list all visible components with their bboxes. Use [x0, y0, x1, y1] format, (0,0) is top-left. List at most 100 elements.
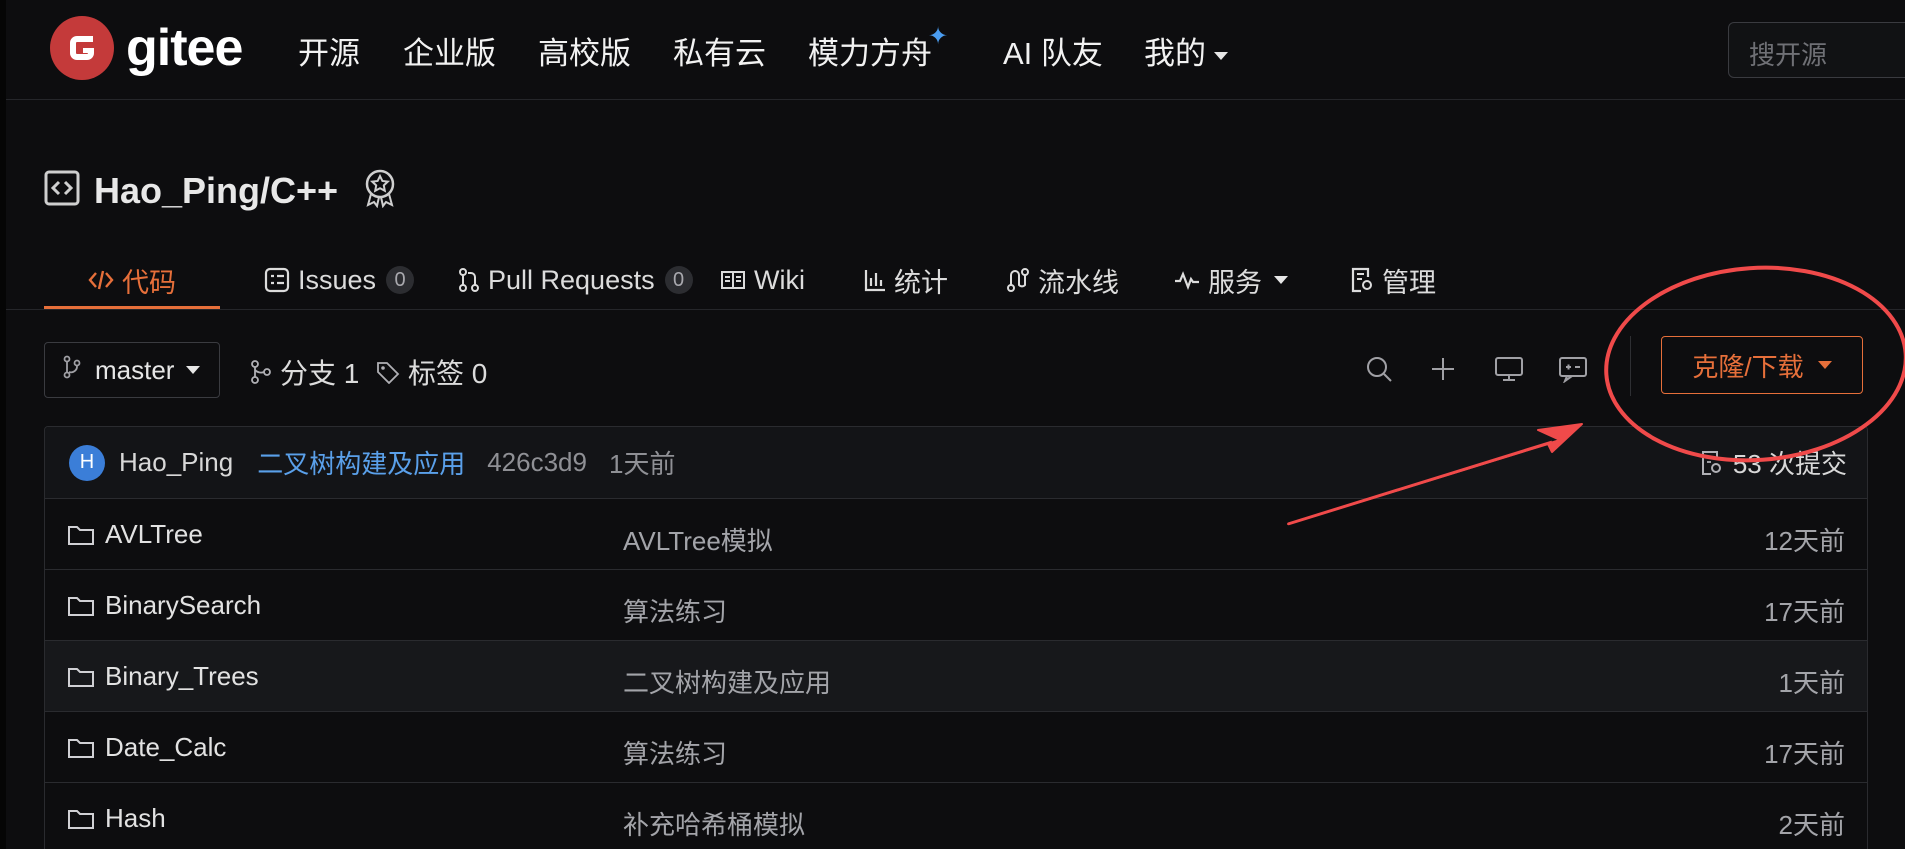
file-name-link[interactable]: Binary_Trees — [67, 661, 259, 692]
tab-pull-requests-label: Pull Requests — [488, 264, 655, 295]
tab-manage-label: 管理 — [1382, 267, 1436, 298]
tags-label: 标签 0 — [408, 358, 488, 389]
search-input[interactable]: 搜开源 — [1728, 22, 1905, 78]
file-table: H Hao_Ping 二叉树构建及应用 426c3d9 1天前 53 次提交 A… — [44, 426, 1868, 849]
file-commit-message[interactable]: 补充哈希桶模拟 — [623, 805, 805, 842]
table-row[interactable]: Hash 补充哈希桶模拟 2天前 — [45, 783, 1867, 849]
file-name: BinarySearch — [105, 590, 262, 620]
tab-wiki-label: Wiki — [754, 264, 805, 295]
tabs-divider — [6, 309, 1905, 310]
tab-pull-requests[interactable]: Pull Requests 0 — [458, 250, 693, 310]
nav-ai-teammate[interactable]: AI 队友 — [1003, 28, 1103, 73]
window-edge — [0, 0, 6, 849]
toolbar-divider — [1630, 336, 1631, 396]
file-commit-message[interactable]: 二叉树构建及应用 — [623, 663, 831, 700]
branch-icon — [251, 360, 271, 384]
tab-issues[interactable]: Issues 0 — [264, 250, 415, 310]
nav-private-cloud[interactable]: 私有云 — [673, 28, 766, 73]
branches-label: 分支 1 — [280, 358, 360, 389]
tab-stats[interactable]: 统计 — [864, 250, 948, 310]
file-time: 2天前 — [1778, 810, 1845, 840]
recommend-badge-icon[interactable] — [362, 168, 398, 213]
nav-model-ark[interactable]: 模力方舟 — [808, 28, 932, 73]
file-time: 17天前 — [1764, 739, 1845, 769]
bar-chart-icon — [864, 268, 886, 292]
commit-time: 1天前 — [608, 449, 676, 479]
sparkle-icon: ✦ — [928, 23, 949, 50]
tab-services[interactable]: 服务 — [1174, 250, 1288, 310]
pipeline-icon — [1006, 267, 1030, 293]
book-icon — [720, 269, 746, 291]
tag-icon — [377, 362, 400, 384]
avatar[interactable]: H — [69, 444, 105, 481]
folder-icon — [68, 596, 94, 616]
folder-icon — [68, 738, 94, 758]
code-icon — [88, 268, 114, 292]
gitee-logo-icon — [50, 16, 114, 80]
latest-commit-row: H Hao_Ping 二叉树构建及应用 426c3d9 1天前 53 次提交 — [45, 427, 1867, 499]
tab-services-label: 服务 — [1208, 267, 1262, 298]
search-files-icon[interactable] — [1362, 352, 1396, 386]
commits-icon — [1701, 450, 1721, 475]
clone-download-button[interactable]: 克隆/下载 — [1661, 336, 1863, 394]
folder-icon — [68, 667, 94, 687]
folder-icon — [68, 809, 94, 829]
web-ide-icon[interactable] — [1492, 352, 1526, 386]
commit-count-label: 53 次提交 — [1732, 449, 1847, 479]
file-time: 1天前 — [1778, 668, 1845, 698]
file-name: AVLTree — [105, 519, 203, 549]
tab-stats-label: 统计 — [894, 267, 948, 298]
pull-request-icon — [458, 267, 480, 293]
commit-count-link[interactable]: 53 次提交 — [1701, 444, 1847, 481]
commit-message[interactable]: 二叉树构建及应用 — [257, 444, 465, 481]
add-file-icon[interactable] — [1426, 352, 1460, 386]
settings-doc-icon — [1350, 267, 1374, 293]
chevron-down-icon — [1817, 361, 1832, 369]
tab-pipeline[interactable]: 流水线 — [1006, 250, 1119, 310]
nav-enterprise[interactable]: 企业版 — [403, 28, 496, 73]
file-name-link[interactable]: Date_Calc — [67, 732, 226, 763]
branch-name: master — [95, 354, 175, 385]
file-commit-message[interactable]: 算法练习 — [623, 592, 727, 629]
chevron-down-icon — [1274, 276, 1288, 284]
pull-requests-count-badge: 0 — [664, 266, 693, 294]
file-time: 17天前 — [1764, 597, 1845, 627]
nav-open-source[interactable]: 开源 — [298, 28, 360, 73]
nav-mine-label: 我的 — [1144, 36, 1206, 71]
file-commit-message[interactable]: 算法练习 — [623, 734, 727, 771]
nav-mine-menu[interactable]: 我的 — [1144, 28, 1228, 73]
table-row[interactable]: AVLTree AVLTree模拟 12天前 — [45, 499, 1867, 570]
tags-link[interactable]: 标签 0 — [376, 352, 487, 392]
file-commit-message[interactable]: AVLTree模拟 — [623, 521, 773, 558]
table-row[interactable]: Binary_Trees 二叉树构建及应用 1天前 — [45, 641, 1867, 712]
tab-code[interactable]: 代码 — [88, 250, 176, 310]
gitee-logo[interactable]: gitee — [50, 16, 243, 80]
file-name: Binary_Trees — [105, 661, 259, 691]
commit-hash[interactable]: 426c3d9 — [487, 447, 587, 478]
branches-link[interactable]: 分支 1 — [250, 352, 359, 392]
tab-code-label: 代码 — [122, 267, 176, 298]
file-name: Date_Calc — [105, 732, 227, 762]
file-time: 12天前 — [1764, 526, 1845, 556]
file-name-link[interactable]: Hash — [67, 803, 166, 834]
brand-name: gitee — [126, 19, 243, 77]
tab-manage[interactable]: 管理 — [1350, 250, 1436, 310]
branch-select[interactable]: master — [44, 342, 220, 398]
code-repo-icon — [44, 170, 80, 211]
tab-wiki[interactable]: Wiki — [720, 250, 805, 310]
file-name-link[interactable]: BinarySearch — [67, 590, 261, 621]
table-row[interactable]: BinarySearch 算法练习 17天前 — [45, 570, 1867, 641]
folder-icon — [68, 525, 94, 545]
repo-tabs: 代码 Issues 0 Pull Requests 0 Wiki 统计 流水线 — [44, 250, 1905, 310]
table-row[interactable]: Date_Calc 算法练习 17天前 — [45, 712, 1867, 783]
tab-pipeline-label: 流水线 — [1038, 267, 1119, 298]
issues-icon — [264, 267, 290, 293]
code-review-icon[interactable] — [1556, 352, 1590, 386]
commit-author[interactable]: Hao_Ping — [119, 447, 233, 478]
repo-header: Hao_Ping/C++ — [44, 168, 398, 213]
issues-count-badge: 0 — [386, 266, 415, 294]
repo-title[interactable]: Hao_Ping/C++ — [94, 170, 338, 212]
nav-education[interactable]: 高校版 — [538, 28, 631, 73]
clone-download-label: 克隆/下载 — [1692, 351, 1804, 382]
file-name-link[interactable]: AVLTree — [67, 519, 203, 550]
